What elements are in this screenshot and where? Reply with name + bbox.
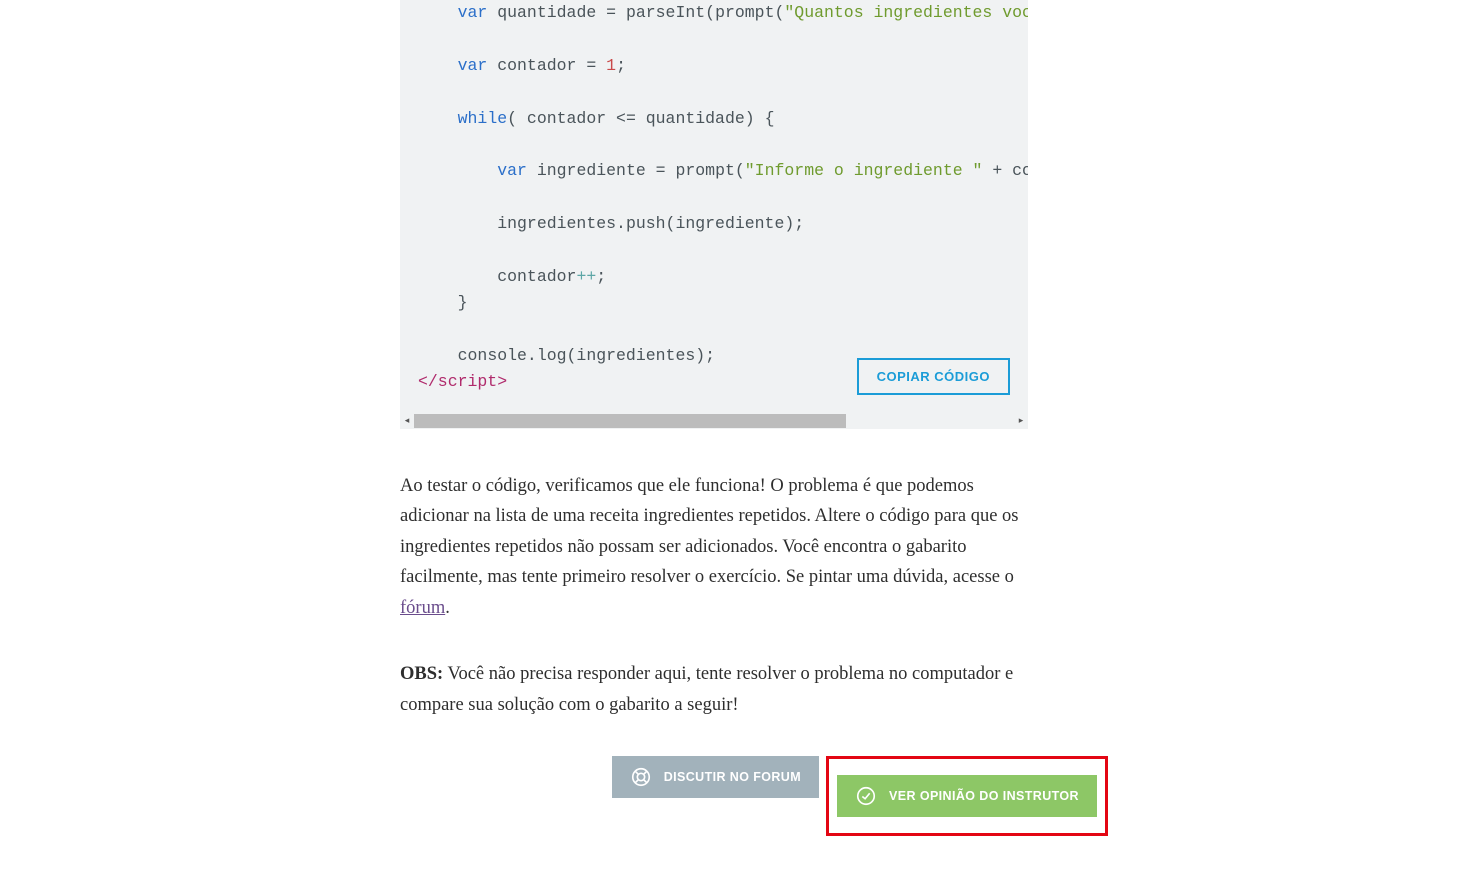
scroll-right-arrow[interactable]: ▸	[1014, 414, 1028, 428]
code-text: console.log(ingredientes);	[458, 346, 715, 365]
code-text: ( contador <= quantidade) {	[507, 109, 774, 128]
paragraph-note: OBS: Você não precisa responder aqui, te…	[400, 659, 1028, 720]
paragraph-text: Ao testar o código, verificamos que ele …	[400, 476, 1019, 588]
code-text: + con	[982, 161, 1028, 180]
horizontal-scrollbar[interactable]: ◂ ▸	[400, 414, 1028, 429]
code-text: contador	[497, 267, 576, 286]
number-literal: 1	[606, 56, 616, 75]
note-label: OBS:	[400, 664, 443, 684]
string-literal: "Informe o ingrediente "	[745, 161, 983, 180]
code-content: var quantidade = parseInt(prompt("Quanto…	[400, 0, 1028, 414]
instructor-opinion-button[interactable]: VER OPINIÃO DO INSTRUTOR	[837, 775, 1097, 817]
code-block: var quantidade = parseInt(prompt("Quanto…	[400, 0, 1028, 429]
discuss-forum-button[interactable]: DISCUTIR NO FORUM	[612, 756, 819, 798]
code-text: ;	[596, 267, 606, 286]
code-text: ingrediente = prompt(	[527, 161, 745, 180]
paragraph-instructions: Ao testar o código, verificamos que ele …	[400, 471, 1028, 624]
highlighted-action: VER OPINIÃO DO INSTRUTOR	[826, 756, 1108, 836]
button-label: VER OPINIÃO DO INSTRUTOR	[889, 789, 1079, 803]
scroll-left-arrow[interactable]: ◂	[400, 414, 414, 428]
lifebuoy-icon	[630, 766, 652, 788]
code-text: contador =	[487, 56, 606, 75]
code-line: var quantidade = parseInt(prompt("Quanto…	[418, 3, 1028, 22]
operator: ++	[576, 267, 596, 286]
note-text: Você não precisa responder aqui, tente r…	[400, 664, 1013, 715]
check-circle-icon	[855, 785, 877, 807]
scroll-thumb[interactable]	[414, 414, 846, 428]
html-tag: </script​>	[418, 372, 507, 391]
copy-code-button[interactable]: COPIAR CÓDIGO	[857, 358, 1010, 395]
button-label: DISCUTIR NO FORUM	[664, 770, 801, 784]
code-text: ingredientes.push(ingrediente);	[497, 214, 804, 233]
keyword-var: var	[458, 56, 488, 75]
code-text: quantidade = parseInt(prompt(	[487, 3, 784, 22]
action-button-row: DISCUTIR NO FORUM VER OPINIÃO DO INSTRUT…	[400, 756, 1108, 876]
paragraph-text: .	[445, 598, 450, 618]
code-text: ;	[616, 56, 626, 75]
keyword-var: var	[497, 161, 527, 180]
string-literal: "Quantos ingredientes você	[784, 3, 1028, 22]
scroll-track[interactable]	[414, 414, 1014, 428]
forum-link[interactable]: fórum	[400, 598, 445, 618]
code-text: }	[458, 293, 468, 312]
keyword-while: while	[458, 109, 508, 128]
keyword-var: var	[458, 3, 488, 22]
